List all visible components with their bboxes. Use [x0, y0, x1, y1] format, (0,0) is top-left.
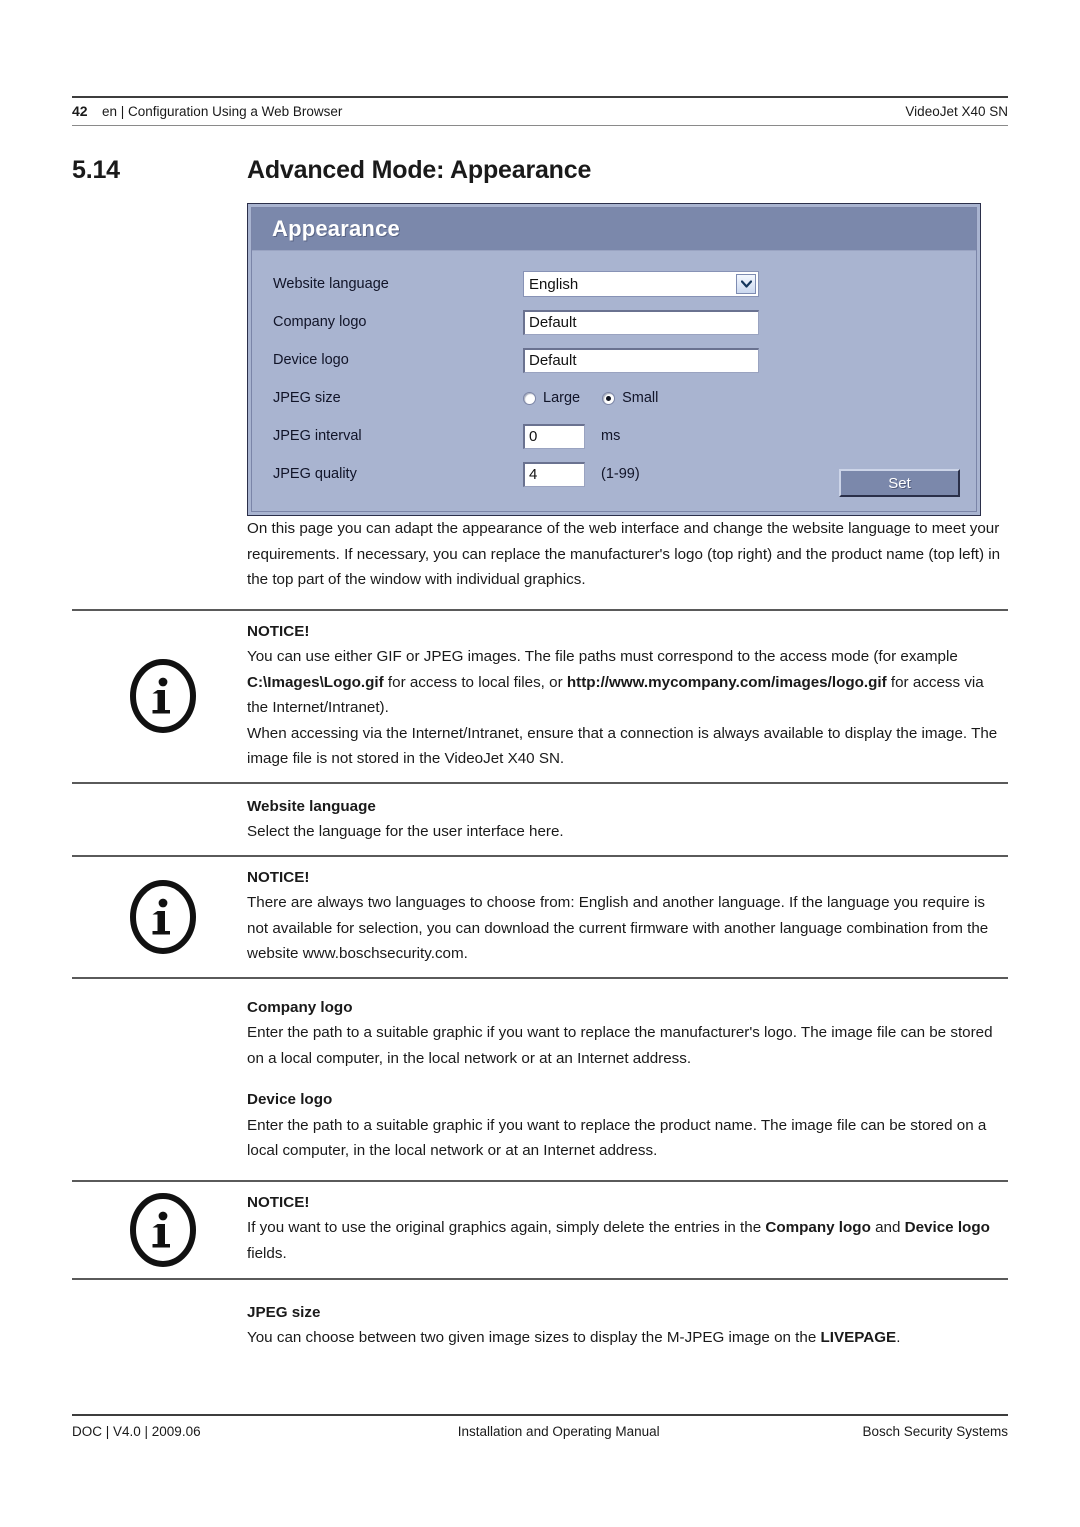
jpeg-size-part-1: You can choose between two given image s… — [247, 1329, 821, 1346]
section-title: 5.14 Advanced Mode: Appearance — [72, 156, 1008, 185]
notice-3-part-1: If you want to use the original graphics… — [247, 1219, 766, 1236]
panel-title: Appearance — [272, 216, 400, 241]
heading-website-language: Website language — [247, 797, 376, 815]
label-company-logo: Company logo — [273, 314, 367, 330]
jpeg-size-radio-group: Large Small — [523, 390, 680, 406]
jpeg-size-livepage: LIVEPAGE — [820, 1329, 897, 1346]
website-language-select[interactable]: English — [523, 271, 759, 297]
form-row-website-language: Website language English — [252, 265, 976, 303]
form-row-jpeg-size: JPEG size Large Small — [252, 379, 976, 417]
heading-company-logo: Company logo — [247, 998, 353, 1016]
radio-selected-icon — [602, 391, 616, 405]
info-icon — [128, 1191, 198, 1269]
notice-2-text: There are always two languages to choose… — [247, 894, 989, 962]
page-content: On this page you can adapt the appearanc… — [72, 516, 1008, 1351]
info-icon — [128, 878, 198, 956]
page-footer: DOC | V4.0 | 2009.06 Installation and Op… — [72, 1414, 1008, 1439]
label-jpeg-quality: JPEG quality — [273, 466, 357, 482]
jpeg-quality-range-hint: (1-99) — [601, 466, 640, 482]
jpeg-size-option-small-label: Small — [622, 390, 659, 406]
footer-doc-version: DOC | V4.0 | 2009.06 — [72, 1424, 201, 1439]
notice-block-3: NOTICE! If you want to use the original … — [72, 1182, 1008, 1278]
jpeg-quality-input[interactable]: 4 — [523, 461, 585, 487]
chevron-down-icon[interactable] — [736, 274, 756, 294]
set-button[interactable]: Set — [839, 469, 960, 497]
label-website-language: Website language — [273, 276, 389, 292]
jpeg-interval-unit: ms — [601, 428, 621, 444]
section-company-logo: Company logo Enter the path to a suitabl… — [72, 995, 1008, 1072]
text-company-logo: Enter the path to a suitable graphic if … — [247, 1024, 993, 1067]
notice-label-1: NOTICE! — [247, 622, 310, 640]
device-logo-input[interactable]: Default — [523, 347, 759, 373]
section-jpeg-size: JPEG size You can choose between two giv… — [72, 1300, 1008, 1351]
product-name: VideoJet X40 SN — [905, 104, 1008, 119]
footer-company: Bosch Security Systems — [862, 1424, 1008, 1439]
section-device-logo: Device logo Enter the path to a suitable… — [72, 1087, 1008, 1164]
notice-3-text: If you want to use the original graphics… — [247, 1215, 1008, 1266]
company-logo-input[interactable]: Default — [523, 309, 759, 335]
footer-manual-title: Installation and Operating Manual — [457, 1424, 660, 1439]
notice-1-path-local: C:\Images\Logo.gif — [247, 673, 384, 691]
page-number: 42 — [72, 103, 88, 119]
jpeg-size-radio-small[interactable]: Small — [602, 390, 658, 406]
label-device-logo: Device logo — [273, 352, 349, 368]
jpeg-size-radio-large[interactable]: Large — [523, 390, 580, 406]
page-header: 42 en | Configuration Using a Web Browse… — [72, 96, 1008, 126]
settings-form: Website language English Company logo De… — [252, 251, 976, 511]
text-jpeg-size: You can choose between two given image s… — [247, 1325, 1008, 1351]
notice-block-1: NOTICE! You can use either GIF or JPEG i… — [72, 611, 1008, 782]
text-website-language: Select the language for the user interfa… — [247, 823, 564, 840]
notice-1-text: You can use either GIF or JPEG images. T… — [247, 644, 1008, 721]
section-website-language: Website language Select the language for… — [72, 794, 1008, 845]
document-page: 42 en | Configuration Using a Web Browse… — [0, 0, 1080, 1527]
appearance-settings-screenshot: Appearance Website language English Comp… — [247, 203, 981, 516]
text-device-logo: Enter the path to a suitable graphic if … — [247, 1116, 987, 1160]
website-language-value: English — [529, 275, 579, 293]
notice-label-2: NOTICE! — [247, 868, 310, 886]
form-row-device-logo: Device logo Default — [252, 341, 976, 379]
label-jpeg-size: JPEG size — [273, 390, 341, 406]
notice-label-3: NOTICE! — [247, 1193, 310, 1211]
jpeg-interval-input[interactable]: 0 — [523, 423, 585, 449]
notice-3-part-3: fields. — [247, 1244, 287, 1262]
header-rule-bottom — [72, 125, 1008, 126]
notice-3-part-2: and — [870, 1219, 905, 1236]
form-row-company-logo: Company logo Default — [252, 303, 976, 341]
intro-paragraph: On this page you can adapt the appearanc… — [247, 520, 1001, 588]
jpeg-size-part-2: . — [896, 1329, 901, 1346]
notice-1-path-url: http://www.mycompany.com/images/logo.gif — [566, 673, 887, 691]
notice-block-2: NOTICE! There are always two languages t… — [72, 857, 1008, 977]
notice-1-part-2: for access to local files, or — [383, 673, 567, 691]
heading-jpeg-size: JPEG size — [247, 1303, 321, 1321]
jpeg-size-option-large-label: Large — [543, 390, 581, 406]
notice-3-field-company-logo: Company logo — [765, 1219, 871, 1236]
section-number: 5.14 — [72, 156, 120, 184]
heading-device-logo: Device logo — [247, 1091, 333, 1108]
breadcrumb: en | Configuration Using a Web Browser — [102, 104, 343, 119]
panel-titlebar: Appearance — [252, 208, 976, 251]
notice-1-part-1: You can use either GIF or JPEG images. T… — [247, 648, 958, 665]
label-jpeg-interval: JPEG interval — [273, 428, 362, 444]
notice-3-field-device-logo: Device logo — [904, 1219, 990, 1236]
notice-1-text-2: When accessing via the Internet/Intranet… — [247, 724, 998, 768]
section-heading: Advanced Mode: Appearance — [247, 156, 592, 184]
radio-icon — [523, 391, 536, 405]
info-icon — [128, 657, 198, 735]
form-row-jpeg-interval: JPEG interval 0 ms — [252, 417, 976, 455]
